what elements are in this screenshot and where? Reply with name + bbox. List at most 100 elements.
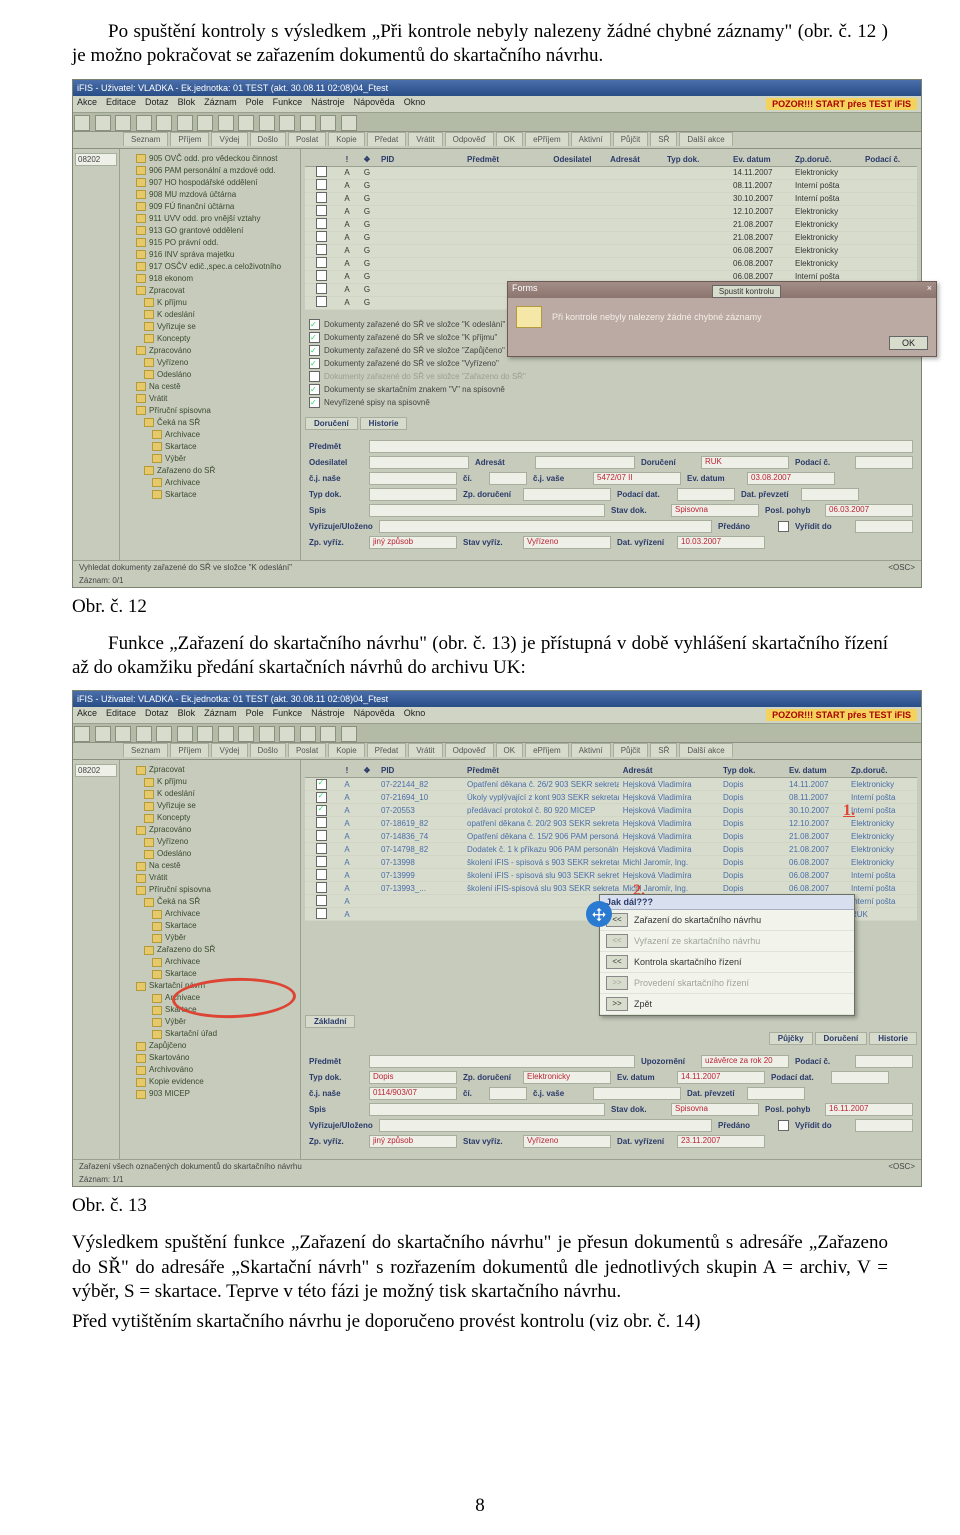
fld-cjv[interactable] (593, 1087, 681, 1100)
checkbox[interactable] (309, 397, 320, 408)
arrow-button[interactable]: << (606, 955, 628, 969)
tab[interactable]: Seznam (123, 132, 168, 146)
tab[interactable]: Půjčit (613, 132, 649, 146)
menu-item[interactable]: Funkce (273, 708, 303, 718)
tab[interactable]: Další akce (679, 743, 732, 757)
toolbar-button[interactable] (259, 726, 275, 742)
tree-node[interactable]: Čeká na SŘ (126, 896, 298, 908)
tree-node[interactable]: Archivace (126, 992, 298, 1004)
fld-typ[interactable] (369, 488, 457, 501)
tab-doruceni[interactable]: Doručení (305, 417, 358, 430)
tree-node[interactable]: Čeká na SŘ (126, 417, 298, 429)
menu-item[interactable]: Pole (246, 708, 264, 718)
tree-node[interactable]: 918 ekonom (126, 273, 298, 285)
menu-item[interactable]: Záznam (204, 708, 237, 718)
tree-node[interactable]: Skartační úřad (126, 1028, 298, 1040)
menu-item[interactable]: Editace (106, 708, 136, 718)
menu-item[interactable]: Blok (178, 97, 196, 107)
fld-adr[interactable] (535, 456, 635, 469)
toolbar-button[interactable] (74, 115, 90, 131)
toolbar-button[interactable] (74, 726, 90, 742)
toolbar-button[interactable] (238, 726, 254, 742)
table-row[interactable]: AG12.10.2007Elektronicky (305, 206, 917, 219)
close-icon[interactable]: × (927, 283, 932, 297)
table-row[interactable]: A07-14836_74Opatření děkana č. 15/2 906 … (305, 830, 917, 843)
tab[interactable]: Půjčit (613, 743, 649, 757)
tab-historie[interactable]: Historie (869, 1032, 917, 1045)
toolbar-button[interactable] (115, 115, 131, 131)
table-row[interactable]: AG06.08.2007Elektronicky (305, 258, 917, 271)
fld-stv[interactable]: Vyřízeno (523, 1135, 611, 1148)
tree-node[interactable]: 907 HO hospodářské oddělení (126, 177, 298, 189)
tab[interactable]: Aktivní (571, 132, 611, 146)
tab[interactable]: ePříjem (525, 743, 569, 757)
folder-tree[interactable]: 905 OVČ odd. pro vědeckou činnost906 PAM… (120, 149, 301, 560)
checkbox[interactable] (309, 345, 320, 356)
tab[interactable]: Kopie (328, 743, 364, 757)
toolbar-button[interactable] (197, 115, 213, 131)
tree-node[interactable]: Zapůjčeno (126, 1040, 298, 1052)
toolbar-button[interactable] (156, 115, 172, 131)
table-row[interactable]: AG08.11.2007Interní pošta (305, 180, 917, 193)
fld-dpr[interactable] (747, 1087, 805, 1100)
toolbar-button[interactable] (259, 115, 275, 131)
tree-node[interactable]: 915 PO právní odd. (126, 237, 298, 249)
tree-node[interactable]: 906 PAM personální a mzdové odd. (126, 165, 298, 177)
tree-node[interactable]: Skartace (126, 1004, 298, 1016)
tree-node[interactable]: K odeslání (126, 788, 298, 800)
fld-odes[interactable] (369, 456, 469, 469)
toolbar-button[interactable] (177, 115, 193, 131)
tab[interactable]: Došlo (250, 132, 286, 146)
menu-item[interactable]: Nápověda (354, 708, 395, 718)
tab-zakladn[interactable]: Základní (305, 1015, 355, 1028)
table-row[interactable]: AG21.08.2007Elektronicky (305, 232, 917, 245)
tab[interactable]: Předat (367, 132, 407, 146)
menu-item[interactable]: Dotaz (145, 97, 169, 107)
fld-typ[interactable]: Dopis (369, 1071, 457, 1084)
fld-vyr[interactable] (379, 1119, 712, 1132)
tree-node[interactable]: K příjmu (126, 776, 298, 788)
checkbox[interactable] (309, 319, 320, 330)
tab[interactable]: Poslat (288, 132, 326, 146)
fld-upo[interactable]: uzávěrce za rok 20 (701, 1055, 789, 1068)
tree-node[interactable]: Vyřízeno (126, 357, 298, 369)
tree-node[interactable]: Archivace (126, 429, 298, 441)
fld-podc[interactable] (855, 1055, 913, 1068)
fld-ci[interactable] (489, 472, 527, 485)
menu-item[interactable]: Okno (404, 97, 426, 107)
toolbar-button[interactable] (95, 726, 111, 742)
tree-node[interactable]: 908 MU mzdová účtárna (126, 189, 298, 201)
tab[interactable]: Vrátit (408, 132, 442, 146)
fld-zpd[interactable] (523, 488, 611, 501)
tree-node[interactable]: Na cestě (126, 381, 298, 393)
arrow-button[interactable]: << (606, 934, 628, 948)
fld-vyr[interactable] (379, 520, 712, 533)
tree-node[interactable]: 913 GO grantové oddělení (126, 225, 298, 237)
table-row[interactable]: A07-18619_82opatření děkana č. 20/2 903 … (305, 817, 917, 830)
tree-node[interactable]: Archivace (126, 956, 298, 968)
checkbox[interactable] (309, 384, 320, 395)
tree-node[interactable]: Archivace (126, 908, 298, 920)
tab[interactable]: OK (496, 132, 524, 146)
tree-node[interactable]: 917 OSČV edič.,spec.a celoživotního (126, 261, 298, 273)
tree-node[interactable]: Zařazeno do SŘ (126, 465, 298, 477)
menu-item[interactable]: Funkce (273, 97, 303, 107)
tree-node[interactable]: Koncepty (126, 812, 298, 824)
toolbar-button[interactable] (320, 115, 336, 131)
tab[interactable]: Aktivní (571, 743, 611, 757)
fld-predmet[interactable] (369, 1055, 635, 1068)
fld-vdo[interactable] (855, 520, 913, 533)
tree-node[interactable]: K odeslání (126, 309, 298, 321)
tab[interactable]: Poslat (288, 743, 326, 757)
toolbar-button[interactable] (218, 115, 234, 131)
arrow-button[interactable]: >> (606, 976, 628, 990)
tree-node[interactable]: Koncepty (126, 333, 298, 345)
table-row[interactable]: AG30.10.2007Interní pošta (305, 193, 917, 206)
chk-predano[interactable] (778, 1120, 789, 1131)
fld-zpd[interactable]: Elektronicky (523, 1071, 611, 1084)
tree-node[interactable]: Zpracováno (126, 824, 298, 836)
fld-pdat[interactable] (831, 1071, 889, 1084)
tab[interactable]: SŘ (650, 132, 677, 146)
menu-item[interactable]: Akce (77, 97, 97, 107)
toolbar-button[interactable] (320, 726, 336, 742)
